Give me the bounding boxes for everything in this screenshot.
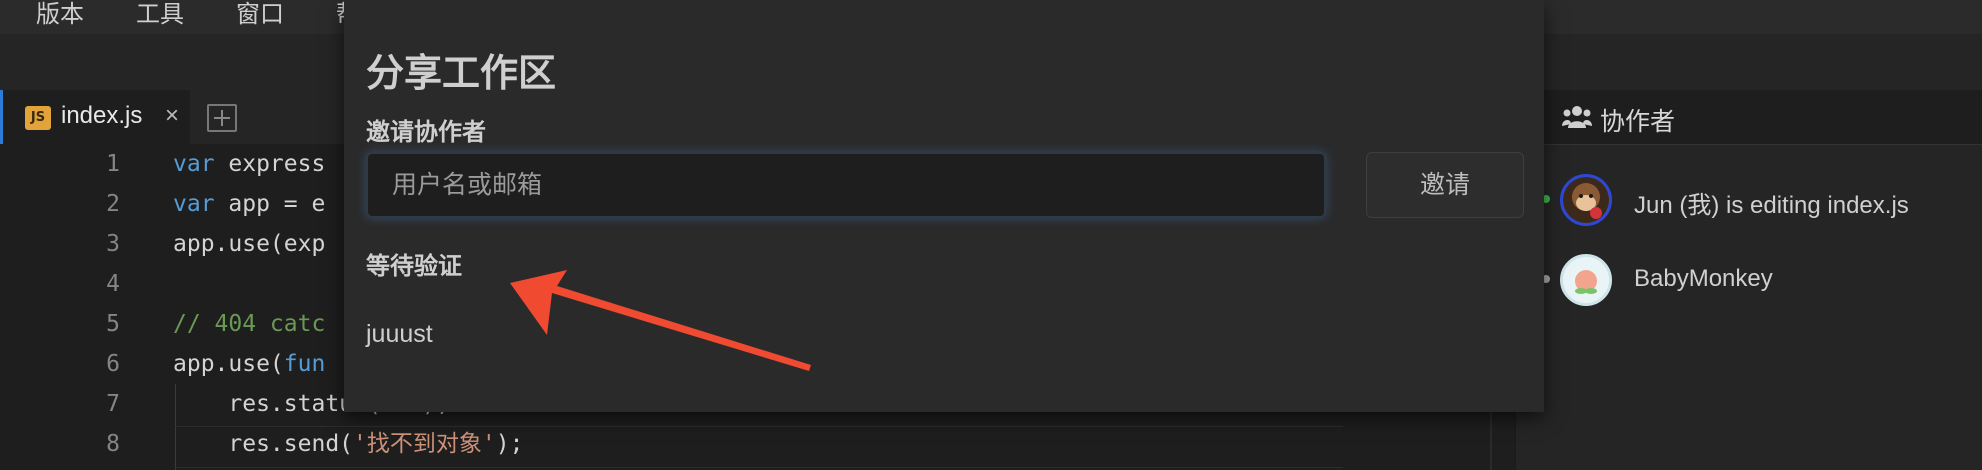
code-text: app.use(exp: [173, 231, 326, 257]
menu-version[interactable]: 版本: [36, 0, 84, 34]
code-text: var app = e: [173, 191, 326, 217]
line-number: 5: [106, 311, 120, 337]
invite-button[interactable]: 邀请: [1366, 152, 1524, 218]
code-text: var express: [173, 151, 326, 177]
line-number: 4: [106, 271, 120, 297]
dialog-title: 分享工作区: [366, 53, 557, 95]
collaborator-item[interactable]: BabyMonkey: [1516, 247, 1982, 313]
code-text: res.send('找不到对象');: [173, 431, 524, 457]
pending-label: 等待验证: [366, 253, 462, 280]
line-number: 3: [106, 231, 120, 257]
share-workspace-dialog: 分享工作区 邀请协作者 邀请 等待验证 juuust: [344, 0, 1544, 412]
line-number: 6: [106, 351, 120, 377]
line-number: 2: [106, 191, 120, 217]
invite-label: 邀请协作者: [366, 119, 486, 146]
menu-window[interactable]: 窗口: [236, 0, 284, 34]
menu-tools[interactable]: 工具: [136, 0, 184, 34]
collaborator-item[interactable]: Jun (我) is editing index.js: [1516, 167, 1982, 233]
code-text: // 404 catc: [173, 311, 326, 337]
peach-avatar: [1560, 254, 1612, 306]
line-number: 7: [106, 391, 120, 417]
code-line[interactable]: 8 res.send('找不到对象');: [0, 424, 1500, 464]
collaborators-panel: ⌄ 协作者 Jun (我) is editing index.js: [1515, 90, 1982, 470]
users-icon: [1562, 106, 1592, 128]
monkey-avatar: [1560, 174, 1612, 226]
tab-label: index.js: [61, 102, 143, 129]
pending-user: juuust: [366, 320, 433, 348]
new-tab-button[interactable]: [207, 104, 237, 132]
code-text: app.use(fun: [173, 351, 326, 377]
js-file-icon: JS: [25, 106, 51, 130]
tab-index-js[interactable]: JS index.js ×: [0, 90, 190, 144]
collaborators-header[interactable]: ⌄ 协作者: [1516, 90, 1982, 145]
collaborators-title: 协作者: [1600, 108, 1676, 136]
collaborator-name: BabyMonkey: [1634, 265, 1773, 292]
line-number: 8: [106, 431, 120, 457]
close-icon[interactable]: ×: [165, 102, 179, 130]
line-number: 1: [106, 151, 120, 177]
username-email-input[interactable]: [366, 152, 1326, 218]
collaborator-name: Jun (我) is editing index.js: [1634, 192, 1909, 219]
